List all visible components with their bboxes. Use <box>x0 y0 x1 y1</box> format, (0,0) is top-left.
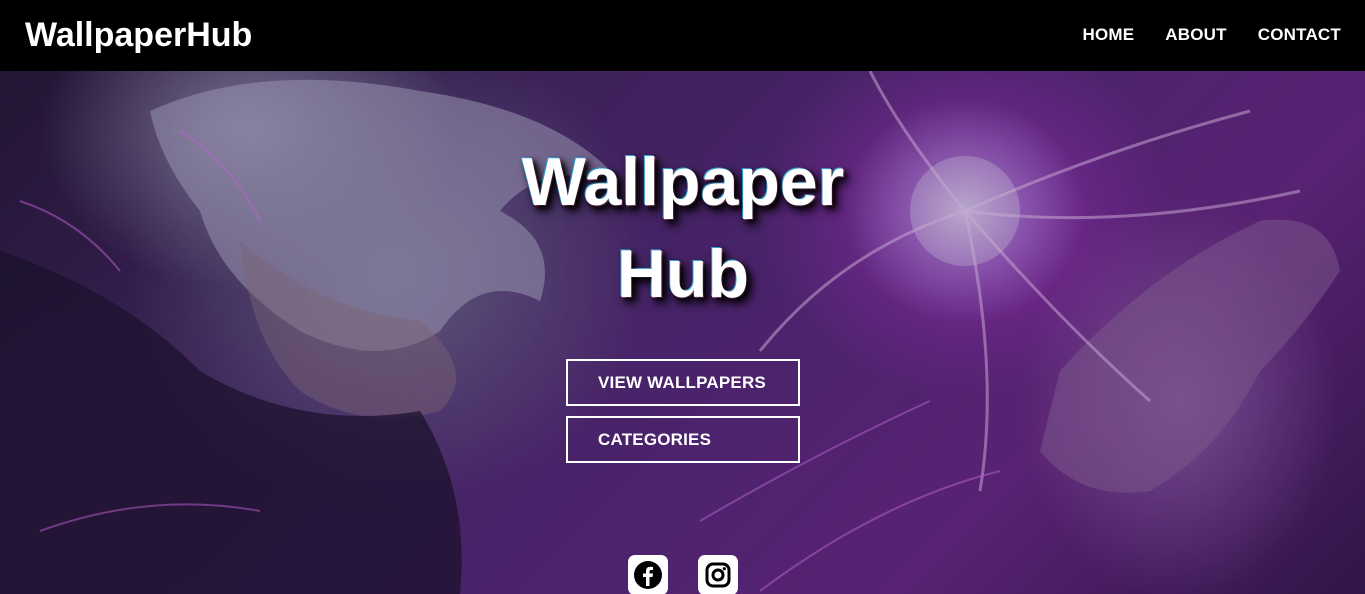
categories-button[interactable]: CATEGORIES <box>566 416 800 463</box>
nav-contact-link[interactable]: CONTACT <box>1258 24 1341 46</box>
hero-title: Wallpaper Hub <box>433 136 933 320</box>
site-logo[interactable]: WallpaperHub <box>25 15 252 55</box>
facebook-icon <box>634 561 662 589</box>
instagram-link[interactable] <box>698 555 738 594</box>
nav-about-link[interactable]: ABOUT <box>1165 24 1226 46</box>
hero-title-line-1: Wallpaper <box>521 144 845 220</box>
facebook-link[interactable] <box>628 555 668 594</box>
nav-home-link[interactable]: HOME <box>1082 24 1134 46</box>
view-wallpapers-button[interactable]: VIEW WALLPAPERS <box>566 359 800 406</box>
hero-section: Wallpaper Hub VIEW WALLPAPERS CATEGORIES <box>0 71 1365 594</box>
nav-links: HOME ABOUT CONTACT <box>1051 24 1341 46</box>
navbar: WallpaperHub HOME ABOUT CONTACT <box>0 0 1365 71</box>
hero-title-line-2: Hub <box>616 236 750 312</box>
instagram-icon <box>705 562 731 588</box>
